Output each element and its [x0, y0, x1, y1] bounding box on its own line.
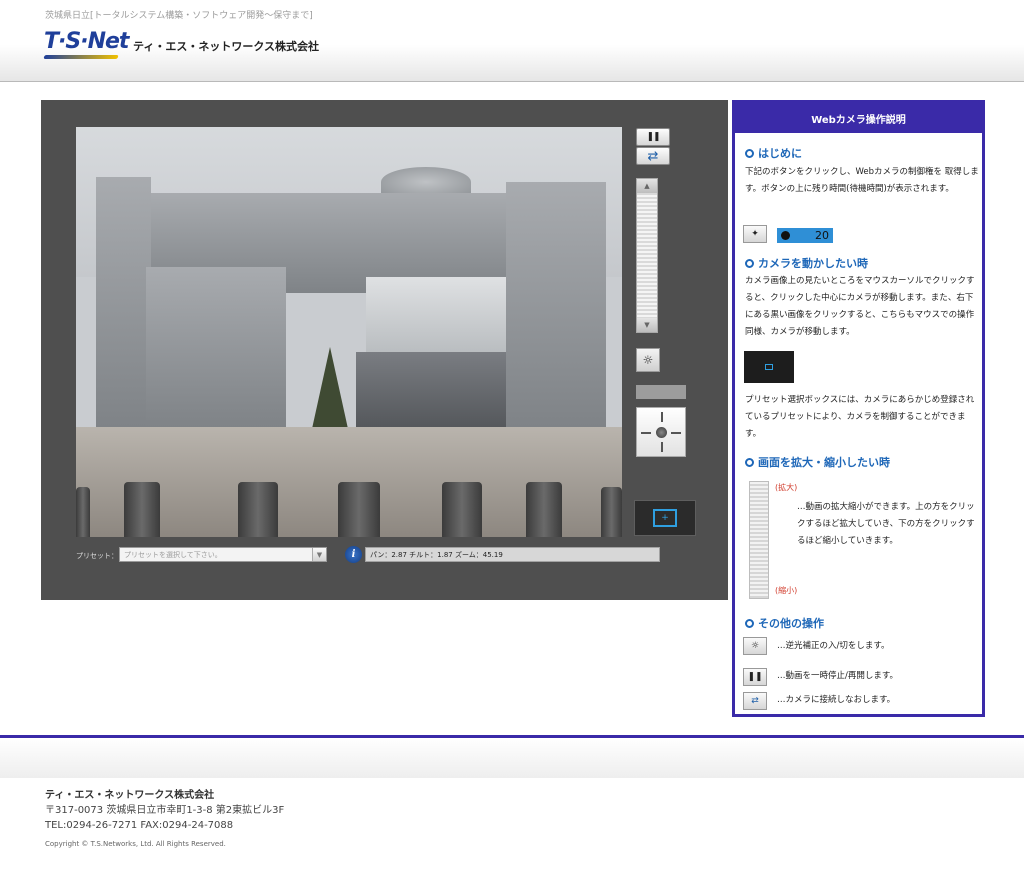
backlight-icon: ☼	[750, 641, 760, 651]
footer-phone: TEL:0294-26-7271 FAX:0294-24-7088	[45, 820, 234, 831]
position-overview-map[interactable]: +	[634, 500, 696, 536]
view-frame-icon: +	[653, 509, 677, 527]
site-tagline: 茨城県日立[トータルシステム構築・ソフトウェア開発～保守まで]	[45, 11, 313, 21]
scene-bollard	[442, 482, 482, 537]
ptz-crosshair-icon	[661, 442, 663, 452]
crosshair-icon: ✦	[751, 229, 759, 239]
scene-bollard	[526, 482, 562, 537]
timer-sample: 20	[777, 228, 833, 243]
help-heading-other: その他の操作	[745, 615, 824, 631]
camera-live-view[interactable]	[76, 127, 622, 537]
overview-map-sample	[744, 351, 794, 383]
help-heading-start: はじめに	[745, 145, 802, 161]
help-heading-zoom-text: 画面を拡大・縮小したい時	[758, 456, 890, 469]
pause-button[interactable]: ❚❚	[636, 128, 670, 146]
preset-select[interactable]: プリセットを選択して下さい。 ▼	[119, 547, 327, 562]
backlight-toggle-button[interactable]: ☼	[636, 348, 660, 372]
pause-button-sample: ❚❚	[743, 668, 767, 686]
scene-bollard	[338, 482, 380, 537]
zoom-slider-sample	[749, 481, 769, 599]
help-panel: Webカメラ操作説明 はじめに 下記のボタンをクリックし、Webカメラの制御権を…	[732, 100, 985, 717]
help-op-reconnect: …カメラに接続しなおします。	[777, 695, 896, 705]
bullet-ring-icon	[745, 457, 754, 467]
reconnect-button[interactable]: ⇄	[636, 147, 670, 165]
footer-company: ティ・エス・ネットワークス株式会社	[45, 790, 215, 801]
help-heading-other-text: その他の操作	[758, 617, 824, 630]
bullet-ring-icon	[745, 148, 754, 158]
ptz-center-icon	[656, 427, 667, 438]
ptz-crosshair-icon	[641, 432, 651, 434]
control-request-button-sample: ✦	[743, 225, 767, 243]
zoom-in-end-icon: ▲	[637, 179, 657, 193]
help-heading-start-text: はじめに	[758, 147, 802, 160]
scene-bollard	[124, 482, 160, 537]
camera-panel: ❚❚ ⇄ ▲ ▼ ☼ + プリセット： プリセットを選択して下さい。 ▼ i パ…	[41, 100, 728, 600]
help-heading-move: カメラを動かしたい時	[745, 255, 868, 271]
help-text-move: カメラ画像上の見たいところをマウスカーソルでクリックすると、クリックした中心にカ…	[745, 276, 975, 337]
zoom-out-note: (縮小)	[775, 586, 798, 595]
footer-copyright: Copyright © T.S.Networks, Ltd. All Right…	[45, 840, 226, 848]
backlight-button-sample: ☼	[743, 637, 767, 655]
reconnect-icon: ⇄	[751, 696, 759, 706]
help-text-preset: プリセット選択ボックスには、カメラにあらかじめ登録されているプリセットにより、カ…	[745, 395, 975, 439]
ptz-control-button[interactable]	[636, 407, 686, 457]
preset-label: プリセット：	[76, 552, 118, 560]
pause-icon: ❚❚	[747, 672, 763, 682]
company-name: ティ・エス・ネットワークス株式会社	[133, 40, 320, 53]
scene-building-hall	[356, 352, 506, 427]
zoom-in-note: (拡大)	[775, 483, 798, 492]
footer-band	[0, 738, 1024, 778]
plus-icon: +	[661, 512, 669, 523]
view-frame-icon	[765, 364, 773, 370]
reconnect-button-sample: ⇄	[743, 692, 767, 710]
bullet-ring-icon	[745, 618, 754, 628]
help-heading-zoom: 画面を拡大・縮小したい時	[745, 454, 890, 470]
ptz-crosshair-icon	[661, 412, 663, 422]
footer-address: 〒317-0073 茨城県日立市幸町1-3-8 第2東拡ビル3F	[45, 805, 285, 816]
timer-value: 20	[815, 229, 829, 242]
chevron-down-icon[interactable]: ▼	[312, 548, 326, 561]
pause-icon: ❚❚	[646, 132, 660, 142]
help-op-pause: …動画を一時停止/再開します。	[777, 671, 899, 681]
site-header: 茨城県日立[トータルシステム構築・ソフトウェア開発～保守まで] T·S·Net …	[0, 0, 1024, 82]
control-timer-bar	[636, 385, 686, 399]
scene-building-left-block	[146, 267, 286, 427]
scene-bollard	[601, 487, 622, 537]
logo-text: T·S·Net	[44, 29, 129, 54]
help-title: Webカメラ操作説明	[735, 103, 982, 133]
bullet-ring-icon	[745, 258, 754, 268]
scene-building-right-block	[506, 182, 606, 427]
help-heading-move-text: カメラを動かしたい時	[758, 257, 868, 270]
help-text-start: 下記のボタンをクリックし、Webカメラの制御権を 取得します。ボタンの上に残り時…	[745, 167, 979, 194]
scene-opening	[366, 277, 506, 357]
reconnect-icon: ⇄	[647, 148, 659, 164]
logo-swoosh	[43, 55, 119, 59]
clock-icon	[781, 231, 790, 240]
scene-bollard	[76, 487, 90, 537]
site-logo[interactable]: T·S·Net	[43, 28, 129, 64]
help-text-zoom: …動画の拡大縮小ができます。上の方をクリックするほど拡大していき、下の方をクリッ…	[797, 502, 975, 546]
scene-building-left-tower	[96, 177, 151, 427]
zoom-out-end-icon: ▼	[637, 318, 657, 332]
backlight-icon: ☼	[642, 353, 654, 367]
preset-select-value: プリセットを選択して下さい。	[124, 551, 222, 559]
ptz-crosshair-icon	[671, 432, 681, 434]
zoom-slider[interactable]: ▲ ▼	[636, 178, 658, 333]
help-op-backlight: …逆光補正の入/切をします。	[777, 641, 890, 651]
info-icon[interactable]: i	[345, 546, 362, 563]
ptz-readout: パン：2.87 チルト：1.87 ズーム：45.19	[365, 547, 660, 562]
site-footer: ティ・エス・ネットワークス株式会社 〒317-0073 茨城県日立市幸町1-3-…	[45, 788, 284, 852]
scene-bollard	[238, 482, 278, 537]
